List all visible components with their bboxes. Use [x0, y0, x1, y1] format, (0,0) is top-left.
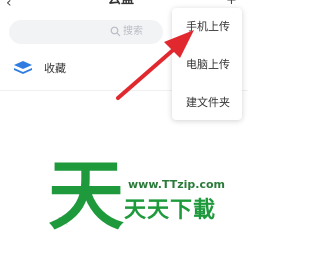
search-bar[interactable]: 搜索: [9, 20, 163, 44]
watermark-name: 天天下載: [124, 198, 217, 223]
page-title: 云盘: [108, 0, 134, 7]
favorites-label: 收藏: [44, 62, 66, 75]
stack-icon: [14, 61, 32, 74]
watermark-logo: 天: [48, 151, 124, 234]
menu-item-label: 建文件夹: [186, 96, 230, 109]
upload-menu: 手机上传 电脑上传 建文件夹: [172, 8, 242, 120]
menu-item-phone-upload[interactable]: 手机上传: [172, 8, 242, 44]
menu-item-pc-upload[interactable]: 电脑上传: [172, 46, 242, 82]
watermark-logo-glyph: 天: [48, 151, 124, 234]
menu-item-label: 手机上传: [186, 20, 230, 33]
menu-item-label: 电脑上传: [186, 58, 230, 71]
back-icon[interactable]: ‹: [6, 0, 12, 10]
watermark-url: www.TTzip.com: [128, 178, 225, 191]
add-icon[interactable]: +: [226, 0, 237, 8]
search-icon: [110, 26, 121, 37]
search-placeholder: 搜索: [123, 26, 143, 37]
menu-item-new-folder[interactable]: 建文件夹: [172, 84, 242, 120]
